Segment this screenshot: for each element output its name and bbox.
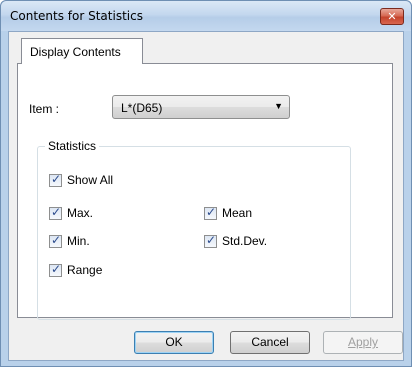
range-label: Range [67, 263, 103, 277]
checkbox-box[interactable]: ✓ [49, 171, 62, 187]
tab-label: Display Contents [30, 45, 121, 59]
close-icon: ✕ [387, 10, 397, 23]
checkmark-icon: ✓ [51, 232, 62, 247]
checkmark-icon: ✓ [51, 261, 62, 276]
title-bar[interactable]: Contents for Statistics ✕ [1, 1, 411, 31]
checkbox-box[interactable]: ✓ [49, 261, 62, 277]
tab-display-contents[interactable]: Display Contents [21, 38, 143, 64]
statistics-legend: Statistics [45, 139, 100, 153]
max-checkbox[interactable]: ✓ Max. [49, 204, 94, 220]
item-select[interactable]: L*(D65) ▼ [112, 95, 290, 119]
apply-button[interactable]: Apply [323, 331, 403, 354]
mean-checkbox[interactable]: ✓ Mean [204, 204, 253, 220]
min-checkbox[interactable]: ✓ Min. [49, 232, 90, 248]
checkbox-box[interactable]: ✓ [204, 204, 217, 220]
checkbox-box[interactable]: ✓ [204, 232, 217, 248]
std-dev-checkbox[interactable]: ✓ Std.Dev. [204, 232, 268, 248]
item-label: Item : [29, 102, 60, 116]
ok-button[interactable]: OK [134, 331, 214, 354]
cancel-button[interactable]: Cancel [230, 331, 310, 354]
min-label: Min. [67, 234, 90, 248]
dialog-client-area: Display Contents Item : L*(D65) ▼ Statis… [8, 31, 404, 361]
close-button[interactable]: ✕ [380, 8, 404, 25]
range-checkbox[interactable]: ✓ Range [49, 261, 103, 277]
std-dev-label: Std.Dev. [222, 234, 268, 248]
mean-label: Mean [222, 206, 253, 220]
checkmark-icon: ✓ [51, 204, 62, 219]
apply-label: Apply [347, 335, 379, 349]
chevron-down-icon: ▼ [274, 101, 283, 111]
checkmark-icon: ✓ [206, 232, 217, 247]
checkbox-box[interactable]: ✓ [49, 232, 62, 248]
checkmark-icon: ✓ [51, 171, 62, 186]
show-all-checkbox[interactable]: ✓ Show All [49, 171, 114, 187]
max-label: Max. [67, 206, 94, 220]
checkbox-box[interactable]: ✓ [49, 204, 62, 220]
window-title: Contents for Statistics [10, 9, 143, 23]
item-select-value: L*(D65) [121, 101, 163, 115]
checkmark-icon: ✓ [206, 204, 217, 219]
statistics-dialog: Contents for Statistics ✕ Display Conten… [0, 0, 412, 367]
show-all-label: Show All [67, 173, 114, 187]
